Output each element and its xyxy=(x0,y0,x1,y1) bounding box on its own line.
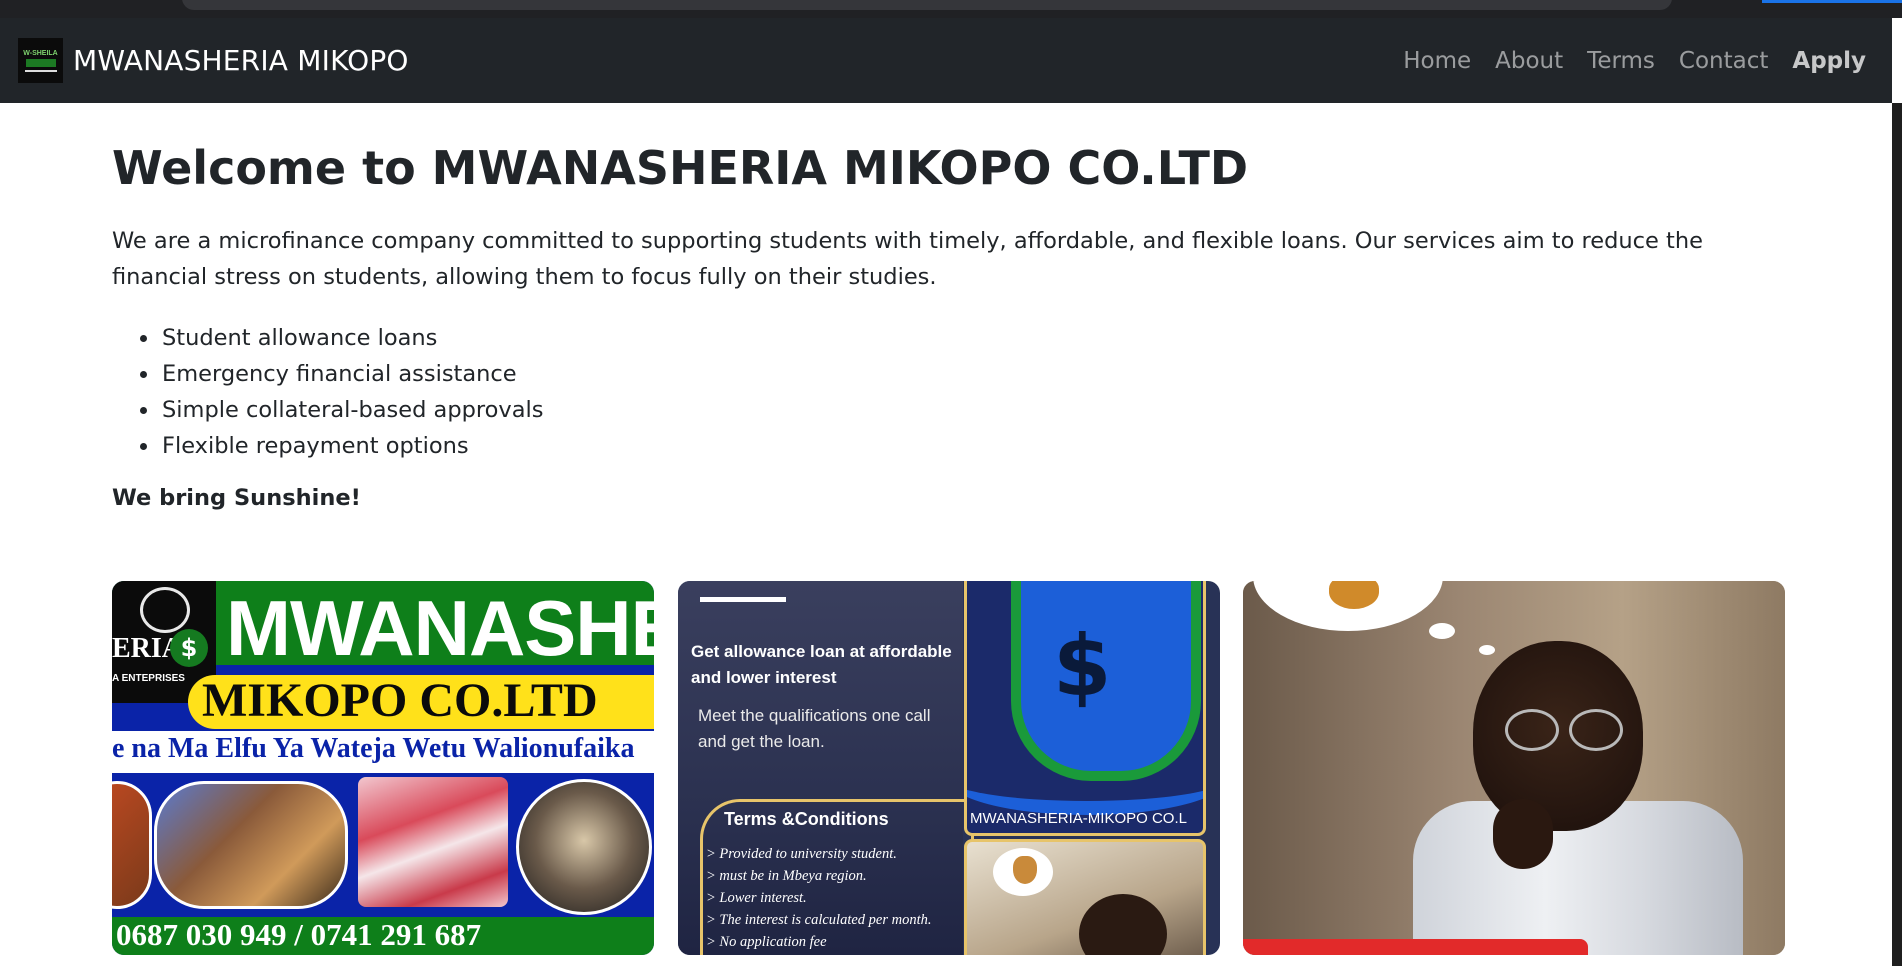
nav-link-apply[interactable]: Apply xyxy=(1792,48,1866,74)
browser-address-bar[interactable] xyxy=(182,0,1672,10)
intro-paragraph: We are a microfinance company committed … xyxy=(112,228,1703,290)
glasses-icon xyxy=(1505,709,1559,751)
money-bag-icon xyxy=(1013,856,1037,884)
nav-link-home[interactable]: Home xyxy=(1403,48,1471,74)
nav-link-about[interactable]: About xyxy=(1495,48,1563,74)
poster-headline: Get allowance loan at affordable and low… xyxy=(691,642,952,687)
nav-links: Home About Terms Contact Apply xyxy=(1379,18,1866,103)
terms-title: Terms &Conditions xyxy=(724,809,889,829)
shield-logo-frame: $ xyxy=(964,581,1206,836)
browser-top-strip xyxy=(0,0,1902,18)
features-list: Student allowance loans Emergency financ… xyxy=(112,320,544,464)
nav-link-terms[interactable]: Terms xyxy=(1587,48,1655,74)
poster-image-terms: Get allowance loan at affordable and low… xyxy=(678,581,1220,955)
brand-logo: W-SHEILA xyxy=(18,38,63,83)
poster-image-company: ERIA $ A ENTEPRISES MWANASHER MIKOPO CO.… xyxy=(112,581,654,955)
feature-item: Flexible repayment options xyxy=(160,428,544,464)
terms-item: > must be in Mbeya region. xyxy=(706,868,867,884)
window-edge xyxy=(1892,103,1902,966)
feature-item: Emergency financial assistance xyxy=(160,356,544,392)
terms-item: > Lower interest. xyxy=(706,890,807,906)
page-title: Welcome to MWANASHERIA MIKOPO CO.LTD xyxy=(112,141,1249,195)
terms-item: > No application fee xyxy=(706,934,827,950)
terms-item: > Provided to university student. xyxy=(706,846,897,862)
brand-name: MWANASHERIA MIKOPO xyxy=(73,44,409,77)
poster-subtext: Meet the qualifications one call and get… xyxy=(698,706,931,751)
poster-slogan: e na Ma Elfu Ya Wateja Wetu Walionufaika xyxy=(112,733,635,764)
dollar-icon: $ xyxy=(170,629,208,667)
house-coins-image xyxy=(516,779,652,915)
poster-thumbnail xyxy=(964,839,1206,955)
terms-list: > Provided to university student. > must… xyxy=(706,843,976,953)
nav-link-contact[interactable]: Contact xyxy=(1679,48,1768,74)
tree-icon xyxy=(140,587,190,633)
brand-logo-text: W-SHEILA xyxy=(23,49,58,57)
feature-item: Simple collateral-based approvals xyxy=(160,392,544,428)
feature-item: Student allowance loans xyxy=(160,320,544,356)
navbar-brand[interactable]: W-SHEILA MWANASHERIA MIKOPO xyxy=(18,38,409,83)
terms-item: > The interest is calculated per month. xyxy=(706,912,932,928)
photo-caption-bar xyxy=(1243,939,1588,955)
poster-photo-people xyxy=(154,781,348,909)
tagline: We bring Sunshine! xyxy=(112,485,361,511)
top-navbar: W-SHEILA MWANASHERIA MIKOPO Home About T… xyxy=(0,18,1892,103)
poster-phone-numbers: 0687 030 949 / 0741 291 687 xyxy=(116,917,482,952)
photo-thinking-boy xyxy=(1243,581,1785,955)
dollar-icon: $ xyxy=(1053,617,1112,715)
cash-stack-image xyxy=(358,777,508,907)
poster-photo xyxy=(112,781,152,909)
poster-company: MIKOPO CO.LTD xyxy=(202,674,598,727)
poster-brand: MWANASHER xyxy=(226,584,654,672)
poster-brand-caption: MWANASHERIA-MIKOPO CO.L xyxy=(970,810,1187,827)
browser-accent-bar xyxy=(1762,0,1902,3)
